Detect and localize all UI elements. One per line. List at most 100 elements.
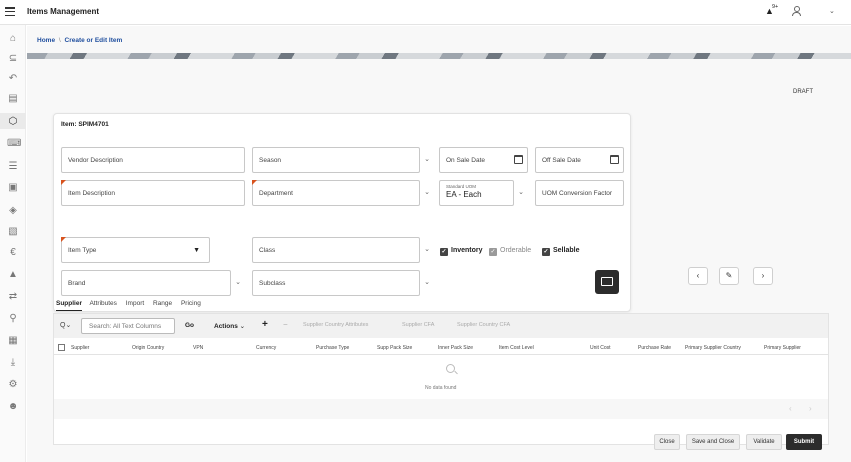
grid-toolbar: Q⌄ Search: All Text Columns Go Actions ⌄… bbox=[54, 314, 828, 338]
column-header-primary-supplier[interactable]: Primary Supplier bbox=[764, 341, 801, 355]
go-button[interactable]: Go bbox=[185, 322, 194, 329]
supplier-country-cfa-button[interactable]: Supplier Country CFA bbox=[457, 322, 510, 328]
calendar-icon[interactable] bbox=[514, 155, 523, 164]
column-header-primary-supplier-country[interactable]: Primary Supplier Country bbox=[685, 341, 741, 355]
edit-icon: ✎ bbox=[725, 271, 733, 280]
search-doc-icon[interactable]: ⚲ bbox=[7, 313, 19, 325]
list-icon[interactable]: ☰ bbox=[7, 161, 19, 173]
column-header-vpn[interactable]: VPN bbox=[193, 341, 203, 355]
tag-icon[interactable]: ◈ bbox=[7, 205, 19, 217]
supplier-cfa-button[interactable]: Supplier CFA bbox=[402, 322, 434, 328]
chevron-down-icon[interactable]: ⌄ bbox=[829, 7, 835, 15]
calendar-icon[interactable] bbox=[610, 155, 619, 164]
clipboard-icon[interactable]: ▣ bbox=[7, 182, 19, 194]
image-icon bbox=[601, 277, 613, 286]
select-all-checkbox[interactable] bbox=[58, 344, 65, 351]
page-next-button[interactable]: › bbox=[809, 404, 812, 413]
tab-range[interactable]: Range bbox=[153, 300, 172, 307]
department-select[interactable]: Department bbox=[252, 180, 420, 206]
item-type-select[interactable]: Item Type ▼ bbox=[61, 237, 210, 263]
home-icon[interactable]: ⌂ bbox=[7, 33, 19, 45]
empty-state-text: No data found bbox=[425, 385, 457, 391]
status-badge: DRAFT bbox=[793, 89, 813, 95]
tab-import[interactable]: Import bbox=[126, 300, 144, 307]
checkbox-checked-icon: ✓ bbox=[489, 248, 497, 256]
caret-down-icon: ▼ bbox=[193, 247, 200, 254]
checkbox-checked-icon: ✓ bbox=[542, 248, 550, 256]
transfer-icon[interactable]: ⇄ bbox=[7, 291, 19, 303]
class-dropdown-chevron[interactable]: ⌄ bbox=[420, 237, 434, 263]
remove-row-button[interactable]: − bbox=[283, 320, 288, 329]
department-dropdown-chevron[interactable]: ⌄ bbox=[420, 180, 434, 206]
return-icon[interactable]: ↶ bbox=[7, 73, 19, 85]
validate-button[interactable]: Validate bbox=[746, 434, 782, 450]
keyboard-icon[interactable]: ⌨ bbox=[7, 138, 21, 150]
barcode-icon[interactable]: ▧ bbox=[7, 226, 19, 238]
edit-button[interactable]: ✎ bbox=[719, 267, 739, 285]
box-icon[interactable]: ⬡ bbox=[7, 116, 19, 128]
cart-icon[interactable]: ⊆ bbox=[7, 53, 19, 65]
image-add-button[interactable] bbox=[595, 270, 619, 294]
season-select[interactable]: Season bbox=[252, 147, 420, 173]
search-column-selector[interactable]: Q⌄ bbox=[60, 321, 71, 329]
previous-item-button[interactable]: ‹ bbox=[688, 267, 708, 285]
item-title: Item: SPIM4701 bbox=[61, 121, 109, 128]
breadcrumb: Home \ Create or Edit Item bbox=[37, 37, 122, 44]
column-header-unit-cost[interactable]: Unit Cost bbox=[590, 341, 611, 355]
column-header-purchase-type[interactable]: Purchase Type bbox=[316, 341, 349, 355]
euro-icon[interactable]: € bbox=[7, 247, 19, 259]
search-input[interactable]: Search: All Text Columns bbox=[81, 318, 175, 334]
column-header-supp-pack-size[interactable]: Supp Pack Size bbox=[377, 341, 412, 355]
column-header-currency[interactable]: Currency bbox=[256, 341, 276, 355]
column-header-supplier[interactable]: Supplier bbox=[71, 341, 89, 355]
off-sale-date-field[interactable]: Off Sale Date bbox=[535, 147, 624, 173]
on-sale-date-field[interactable]: On Sale Date bbox=[439, 147, 528, 173]
app-title: Items Management bbox=[27, 7, 100, 16]
item-card: Item: SPIM4701 Vendor Description Season… bbox=[53, 113, 631, 312]
person-icon[interactable]: ☻ bbox=[7, 401, 19, 413]
standard-uom-select[interactable]: Standard UOM EA - Each bbox=[439, 180, 514, 206]
subclass-dropdown-chevron[interactable]: ⌄ bbox=[420, 270, 434, 296]
next-item-button[interactable]: › bbox=[753, 267, 773, 285]
column-header-inner-pack-size[interactable]: Inner Pack Size bbox=[438, 341, 473, 355]
supplier-country-attributes-button[interactable]: Supplier Country Attributes bbox=[303, 322, 368, 328]
orderable-checkbox[interactable]: ✓ Orderable bbox=[489, 247, 531, 256]
column-header-purchase-rate[interactable]: Purchase Rate bbox=[638, 341, 671, 355]
checkbox-checked-icon: ✓ bbox=[440, 248, 448, 256]
vendor-description-field[interactable]: Vendor Description bbox=[61, 147, 245, 173]
close-button[interactable]: Close bbox=[654, 434, 680, 450]
item-description-field[interactable]: Item Description bbox=[61, 180, 245, 206]
breadcrumb-home[interactable]: Home bbox=[37, 37, 55, 44]
tab-supplier[interactable]: Supplier bbox=[56, 300, 83, 311]
calendar-icon[interactable]: ▤ bbox=[7, 93, 19, 105]
submit-button[interactable]: Submit bbox=[786, 434, 822, 450]
brand-select[interactable]: Brand bbox=[61, 270, 231, 296]
subclass-select[interactable]: Subclass bbox=[252, 270, 420, 296]
standard-uom-dropdown-chevron[interactable]: ⌄ bbox=[514, 180, 528, 206]
tab-pricing[interactable]: Pricing bbox=[181, 300, 201, 307]
pricing-icon[interactable]: ▲ bbox=[7, 269, 19, 281]
settings-icon[interactable]: ⚙ bbox=[7, 379, 19, 391]
document-icon[interactable]: ▦ bbox=[7, 335, 19, 347]
uom-conversion-factor-field[interactable]: UOM Conversion Factor bbox=[535, 180, 624, 206]
season-dropdown-chevron[interactable]: ⌄ bbox=[420, 147, 434, 173]
empty-state-search-icon bbox=[446, 364, 458, 376]
actions-menu[interactable]: Actions ⌄ bbox=[214, 322, 245, 330]
brand-dropdown-chevron[interactable]: ⌄ bbox=[231, 270, 245, 296]
column-header-item-cost-level[interactable]: Item Cost Level bbox=[499, 341, 534, 355]
column-header-origin-country[interactable]: Origin Country bbox=[132, 341, 164, 355]
user-icon[interactable] bbox=[792, 6, 801, 17]
chevron-down-icon: ⌄ bbox=[239, 323, 246, 330]
page-previous-button[interactable]: ‹ bbox=[789, 404, 792, 413]
decorative-banner bbox=[27, 53, 851, 59]
save-and-close-button[interactable]: Save and Close bbox=[686, 434, 740, 450]
hamburger-menu-icon[interactable] bbox=[5, 7, 15, 17]
grid-footer bbox=[54, 399, 828, 419]
download-icon[interactable]: ⤓ bbox=[7, 357, 19, 369]
sellable-checkbox[interactable]: ✓ Sellable bbox=[542, 247, 579, 256]
sidebar: ⌂ ⊆ ↶ ▤ ⬡ ⌨ ☰ ▣ ◈ ▧ € ▲ ⇄ ⚲ ▦ ⤓ ⚙ ☻ bbox=[0, 25, 26, 462]
class-select[interactable]: Class bbox=[252, 237, 420, 263]
inventory-checkbox[interactable]: ✓ Inventory bbox=[440, 247, 483, 256]
add-row-button[interactable]: + bbox=[262, 319, 268, 330]
tab-attributes[interactable]: Attributes bbox=[89, 300, 116, 307]
